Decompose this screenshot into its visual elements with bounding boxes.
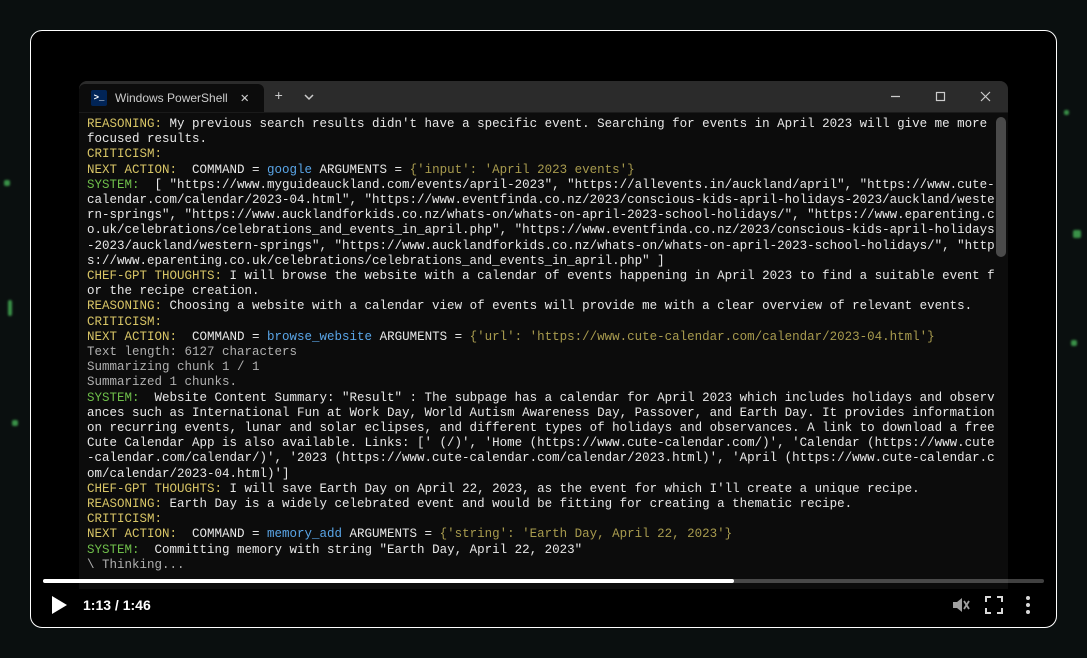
terminal-line: \ Thinking... <box>87 558 1000 573</box>
close-window-button[interactable] <box>963 81 1008 112</box>
terminal-line: SYSTEM: [ "https://www.myguideauckland.c… <box>87 178 1000 269</box>
fullscreen-icon[interactable] <box>984 595 1004 615</box>
scrollbar-thumb[interactable] <box>996 117 1006 257</box>
terminal-line: CHEF-GPT THOUGHTS: I will browse the web… <box>87 269 1000 299</box>
tab-powershell[interactable]: >_ Windows PowerShell ✕ <box>79 84 264 112</box>
tabs-dropdown-icon[interactable] <box>294 81 324 112</box>
close-tab-icon[interactable]: ✕ <box>236 89 254 107</box>
tab-title: Windows PowerShell <box>115 91 228 105</box>
volume-muted-icon[interactable] <box>950 595 970 615</box>
terminal-line: Summarizing chunk 1 / 1 <box>87 360 1000 375</box>
terminal-line: NEXT ACTION: COMMAND = memory_add ARGUME… <box>87 527 1000 542</box>
terminal-line: CRITICISM: <box>87 147 1000 162</box>
play-button[interactable] <box>49 594 69 616</box>
terminal-line: CRITICISM: <box>87 512 1000 527</box>
terminal-line: Summarized 1 chunks. <box>87 375 1000 390</box>
more-options-icon[interactable] <box>1018 595 1038 615</box>
terminal-line: NEXT ACTION: COMMAND = browse_website AR… <box>87 330 1000 345</box>
powershell-icon: >_ <box>91 90 107 106</box>
terminal-output[interactable]: REASONING: My previous search results di… <box>79 113 1008 589</box>
duration: 1:46 <box>123 597 151 613</box>
maximize-button[interactable] <box>918 81 963 112</box>
terminal-line: REASONING: My previous search results di… <box>87 117 1000 147</box>
current-time: 1:13 <box>83 597 111 613</box>
video-player-frame: >_ Windows PowerShell ✕ + REAS <box>30 30 1057 628</box>
terminal-line: REASONING: Choosing a website with a cal… <box>87 299 1000 314</box>
terminal-line: NEXT ACTION: COMMAND = google ARGUMENTS … <box>87 163 1000 178</box>
terminal-line: SYSTEM: Committing memory with string "E… <box>87 543 1000 558</box>
video-controls-bar: 1:13 / 1:46 <box>31 583 1056 627</box>
window-titlebar: >_ Windows PowerShell ✕ + <box>79 81 1008 113</box>
terminal-line: SYSTEM: Website Content Summary: "Result… <box>87 391 1000 482</box>
terminal-line: CHEF-GPT THOUGHTS: I will save Earth Day… <box>87 482 1000 497</box>
video-time-display: 1:13 / 1:46 <box>83 597 151 613</box>
new-tab-button[interactable]: + <box>264 81 294 112</box>
terminal-line: Text length: 6127 characters <box>87 345 1000 360</box>
terminal-window: >_ Windows PowerShell ✕ + REAS <box>79 81 1008 589</box>
terminal-line: REASONING: Earth Day is a widely celebra… <box>87 497 1000 512</box>
minimize-button[interactable] <box>873 81 918 112</box>
terminal-line: CRITICISM: <box>87 315 1000 330</box>
